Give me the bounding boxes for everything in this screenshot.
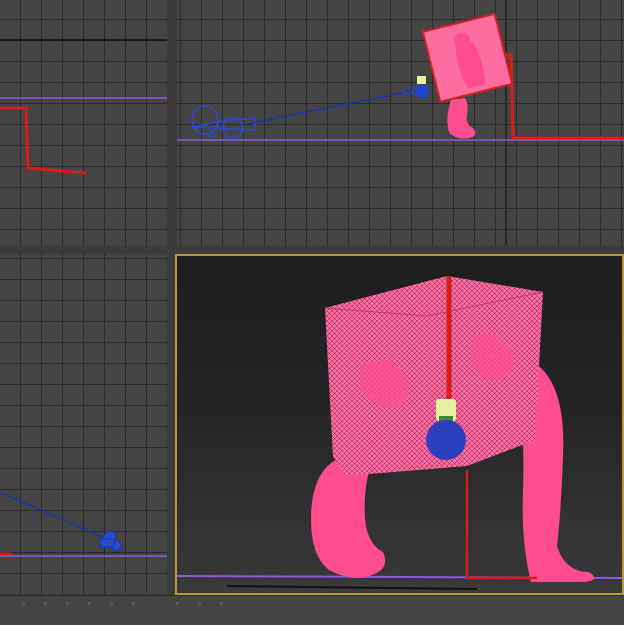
camera[interactable] (191, 105, 256, 139)
camera-target-line (0, 491, 105, 539)
ground-shadow-line (226, 585, 478, 590)
status-separator (66, 602, 69, 605)
viewport-top-left[interactable] (0, 0, 167, 246)
character-leg (447, 98, 476, 139)
status-separator (88, 602, 91, 605)
camera[interactable] (99, 530, 122, 552)
status-separator (176, 602, 179, 605)
viewport-top-left-canvas (0, 39, 167, 175)
lamp-cube[interactable] (421, 12, 514, 103)
status-separator (198, 602, 201, 605)
viewport-top-right[interactable] (177, 0, 624, 246)
status-separator (132, 602, 135, 605)
status-separator (22, 602, 25, 605)
viewport-top-right-canvas (177, 0, 624, 246)
viewport-perspective[interactable] (175, 254, 624, 595)
viewport-bottom-left-canvas (0, 491, 167, 557)
viewport-bottom-left[interactable] (0, 254, 167, 594)
light-bulb[interactable] (402, 76, 429, 98)
viewport-perspective-canvas (177, 276, 622, 590)
status-separator (44, 602, 47, 605)
cord-spline (499, 53, 624, 140)
cord-spline (0, 106, 87, 175)
status-bar (0, 595, 624, 625)
status-separator (110, 602, 113, 605)
camera-target-line (246, 89, 418, 125)
status-separator (220, 602, 223, 605)
